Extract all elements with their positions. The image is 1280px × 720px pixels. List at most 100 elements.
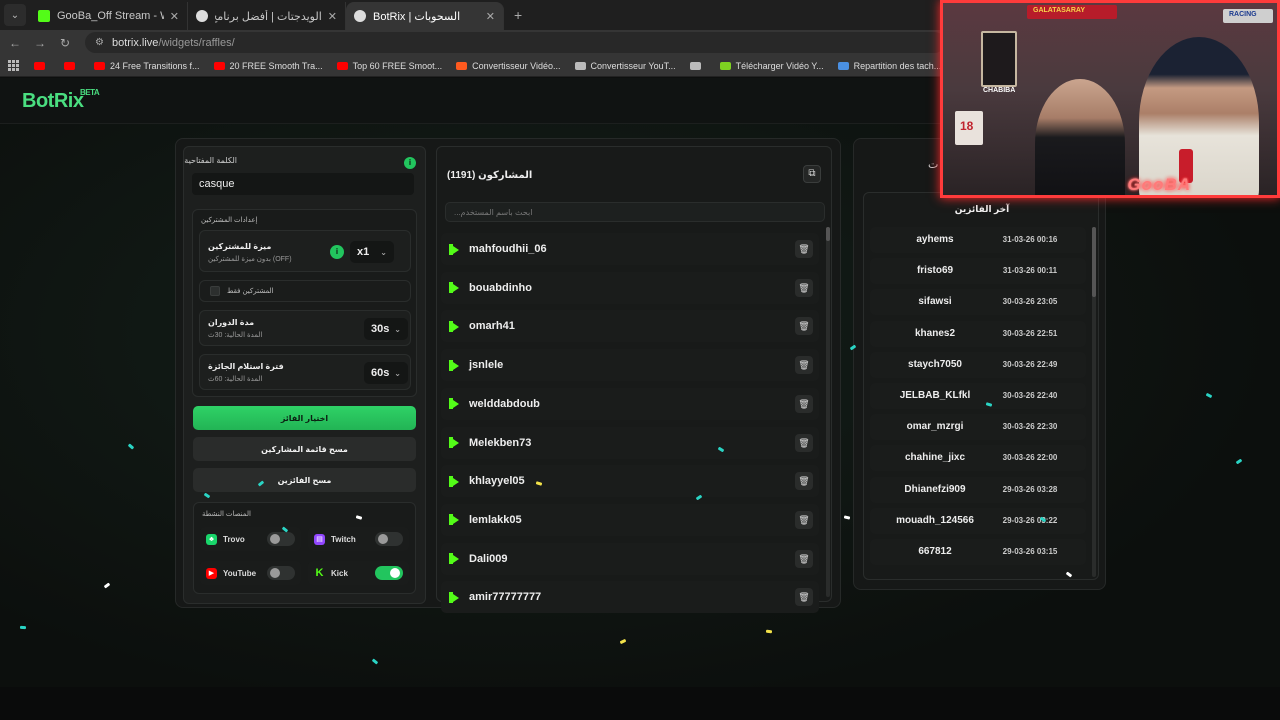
participant-row: khlayyel05 🗑 xyxy=(441,465,819,498)
chevron-down-icon: ⌄ xyxy=(394,368,401,378)
info-icon[interactable]: i xyxy=(404,157,416,169)
tab-title: الويدجتات | أفضل برنامج لتعزيز ال xyxy=(215,10,322,23)
close-tab-icon[interactable]: ✕ xyxy=(486,10,495,23)
trash-icon[interactable]: 🗑 xyxy=(795,317,813,336)
jersey-number: 18 xyxy=(960,119,974,133)
youtube-toggle[interactable] xyxy=(267,566,295,580)
kick-icon xyxy=(449,398,459,410)
trash-icon[interactable]: 🗑 xyxy=(795,278,813,297)
subscribers-only-label: المشتركين فقط xyxy=(227,288,274,295)
bookmark-item[interactable] xyxy=(34,61,50,70)
browser-tab-2[interactable]: الويدجتات | أفضل برنامج لتعزيز ال ✕ xyxy=(188,2,346,30)
winner-date: 30-03-26 22:40 xyxy=(1002,391,1058,400)
spin-duration-title: مدة الدوران xyxy=(208,318,255,327)
bookmark-label: 20 FREE Smooth Tra... xyxy=(229,60,323,71)
trash-icon[interactable]: 🗑 xyxy=(795,433,813,452)
trash-icon[interactable]: 🗑 xyxy=(795,588,813,607)
reload-icon[interactable]: ↻ xyxy=(55,36,75,50)
botrix-favicon-icon xyxy=(354,10,366,22)
kick-icon xyxy=(449,359,459,371)
participants-title: المشاركون (1191) xyxy=(447,170,533,181)
trovo-icon: ♣ xyxy=(206,533,217,545)
bookmark-item[interactable]: Convertisseur YouT... xyxy=(574,61,676,71)
bookmark-item[interactable]: 20 FREE Smooth Tra... xyxy=(213,60,323,71)
winner-date: 31-03-26 00:11 xyxy=(1002,266,1058,276)
participant-search-input[interactable]: ابحث باسم المستخدم... xyxy=(445,202,825,222)
subscriber-bonus-row: ميزة للمشتركين بدون ميزة للمشتركين (OFF)… xyxy=(199,230,411,272)
participant-name: bouabdinho xyxy=(469,281,532,294)
select-value: x1 xyxy=(357,246,370,258)
subscribers-only-checkbox[interactable] xyxy=(210,286,220,296)
twitch-icon: ▤ xyxy=(314,533,325,545)
copy-icon[interactable]: ⧉ xyxy=(803,165,821,183)
participants-panel: المشاركون (1191) ⧉ ابحث باسم المستخدم...… xyxy=(436,146,832,614)
trash-icon[interactable]: 🗑 xyxy=(795,240,813,258)
trash-icon[interactable]: 🗑 xyxy=(795,356,813,375)
trash-icon[interactable]: 🗑 xyxy=(795,394,813,413)
wall-poster xyxy=(981,31,1017,87)
participant-row: jsnlele 🗑 xyxy=(441,349,819,382)
claim-period-select[interactable]: 60s ⌄ xyxy=(364,362,408,384)
platform-name: Trovo xyxy=(223,534,245,544)
bookmark-favicon-icon xyxy=(574,61,586,70)
participants-scrollbar[interactable] xyxy=(826,227,830,597)
poster-text: CHABIBA xyxy=(983,87,1016,94)
bookmark-favicon-icon xyxy=(719,61,731,70)
new-tab-icon[interactable]: + xyxy=(514,7,522,23)
participants-scroll-thumb[interactable] xyxy=(826,227,830,241)
bookmark-item[interactable]: Top 60 FREE Smoot... xyxy=(336,60,443,71)
subscriber-multiplier-select[interactable]: x1 ⌄ xyxy=(350,241,394,263)
keyword-input[interactable]: casque xyxy=(192,173,414,195)
bookmark-item[interactable] xyxy=(689,61,706,70)
botrix-logo[interactable]: BotRix BETA xyxy=(22,88,100,113)
winners-scroll-thumb[interactable] xyxy=(1092,227,1096,297)
logo-text: BotRix xyxy=(22,90,84,112)
select-value: 30s xyxy=(371,323,390,335)
site-info-icon[interactable]: ⚙ xyxy=(95,37,104,48)
trash-icon[interactable]: 🗑 xyxy=(795,549,813,568)
close-tab-icon[interactable]: ✕ xyxy=(328,10,337,23)
winner-date: 29-03-26 03:22 xyxy=(1002,515,1058,525)
bookmark-item[interactable]: Convertisseur Vidéo... xyxy=(456,60,561,71)
participant-row: lemlakk05 🗑 xyxy=(441,503,819,536)
participant-name: amir77777777 xyxy=(469,591,542,604)
url-field[interactable]: ⚙ botrix.live/widgets/raffles/ xyxy=(85,32,945,53)
close-tab-icon[interactable]: ✕ xyxy=(170,10,179,23)
twitch-toggle[interactable] xyxy=(375,532,403,546)
bookmark-label: 24 Free Transitions f... xyxy=(110,60,200,71)
bookmark-item[interactable]: Télécharger Vidéo Y... xyxy=(719,61,824,71)
platform-name: Twitch xyxy=(331,534,356,544)
bookmark-item[interactable]: 24 Free Transitions f... xyxy=(94,61,200,71)
kick-icon xyxy=(449,514,459,526)
kick-toggle[interactable] xyxy=(375,566,403,580)
trovo-toggle[interactable] xyxy=(267,532,295,546)
spin-duration-row: مدة الدوران المدة الحالية: 30ث 30s ⌄ xyxy=(199,310,411,346)
bookmark-label: Top 60 FREE Smoot... xyxy=(352,60,443,71)
bookmark-item[interactable] xyxy=(64,61,80,70)
kick-icon xyxy=(449,591,459,603)
bookmark-label: Convertisseur Vidéo... xyxy=(472,60,561,71)
subscriber-bonus-title: ميزة للمشتركين xyxy=(208,242,272,251)
winner-row: sifawsi 30-03-26 23:05 xyxy=(870,289,1086,316)
bookmark-favicon-icon xyxy=(336,61,348,70)
trash-icon[interactable]: 🗑 xyxy=(795,510,813,529)
confetti-piece xyxy=(619,638,627,645)
forward-arrow-icon[interactable]: → xyxy=(30,36,50,50)
streamer-right xyxy=(1139,37,1259,195)
platforms-box: المنصات النشطة ♣ Trovo ▤ Twitch ▶ YouTube K… xyxy=(193,502,416,594)
browser-tab-3[interactable]: BotRix | السحوبات ✕ xyxy=(346,2,504,30)
platform-name: Kick xyxy=(331,568,348,578)
back-arrow-icon[interactable]: ← xyxy=(5,36,25,50)
clear-participants-button[interactable]: مسح قائمة المشاركين xyxy=(193,437,416,461)
info-icon[interactable]: i xyxy=(330,245,344,259)
claim-period-title: فترة استلام الجائزة xyxy=(208,362,284,371)
bookmark-item[interactable]: Repartition des tach... xyxy=(837,61,941,71)
clear-winners-button[interactable]: مسح الفائزين xyxy=(193,468,416,492)
apps-grid-icon[interactable] xyxy=(8,59,20,72)
pick-winner-button[interactable]: اختيار الفائز xyxy=(193,406,416,430)
tab-search-icon[interactable]: ⌄ xyxy=(4,4,26,26)
subscribers-only-row[interactable]: المشتركين فقط xyxy=(199,280,411,302)
spin-duration-select[interactable]: 30s ⌄ xyxy=(364,318,408,340)
trash-icon[interactable]: 🗑 xyxy=(795,472,813,491)
browser-tab-1[interactable]: GooBa_Off Stream - Watch Live ✕ xyxy=(30,2,188,30)
